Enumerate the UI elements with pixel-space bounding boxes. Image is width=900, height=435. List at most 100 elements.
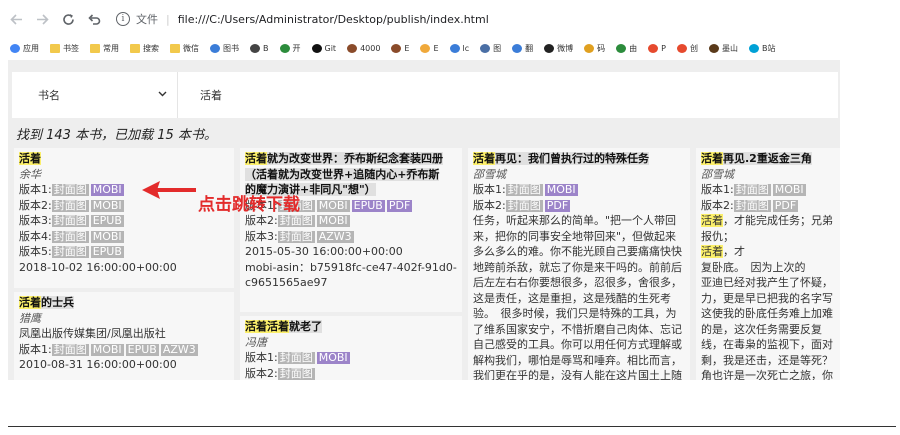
download-link[interactable]: AZW3 (316, 230, 354, 243)
image-icon (480, 43, 491, 53)
cover-link[interactable]: 封面图 (51, 230, 89, 243)
bookmark-item[interactable]: 创 (677, 43, 698, 54)
version-label: 版本2: (19, 198, 52, 212)
download-link[interactable]: PDF (544, 199, 571, 212)
bookmark-item[interactable]: 微信 (170, 43, 199, 54)
bookmark-item[interactable]: 图 (480, 43, 501, 54)
book-card: 活着 余华 版本1: 封面图 MOBI 版本2: 封面图 MOBI 版本3: 封面图 EPUB 版… (14, 148, 234, 288)
book-title[interactable]: 活着再见.2重返金三角 (701, 152, 812, 165)
bookmark-item[interactable]: 搜索 (130, 43, 159, 54)
info-icon[interactable]: i (116, 12, 130, 26)
bookmark-item[interactable]: 翻 (512, 43, 533, 54)
back-button[interactable] (6, 9, 26, 29)
url-text[interactable]: file:///C:/Users/Administrator/Desktop/p… (178, 13, 489, 26)
bookmark-item[interactable]: E (420, 43, 439, 53)
bookmark-item[interactable]: E (391, 43, 410, 53)
apps-icon (10, 43, 20, 53)
download-link[interactable]: AZW3 (160, 343, 198, 356)
title-rest: 再见.2重返金三角 (723, 152, 812, 165)
download-link[interactable]: MOBI (90, 343, 124, 356)
download-link[interactable]: EPUB (125, 343, 159, 356)
cover-link[interactable]: 封面图 (505, 184, 543, 196)
book-title[interactable]: 活着活着就老了 (245, 320, 322, 333)
download-link[interactable]: MOBI (90, 199, 124, 212)
open-icon (279, 43, 290, 53)
bookmark-item[interactable]: 码 (584, 43, 605, 54)
bookmark-item[interactable]: 开 (279, 43, 301, 54)
cover-link[interactable]: 封面图 (51, 215, 89, 227)
download-link[interactable]: MOBI (316, 199, 350, 212)
cover-link[interactable]: 封面图 (277, 215, 315, 227)
bookmark-label: E (404, 43, 410, 53)
cover-link[interactable]: 封面图 (277, 367, 315, 380)
bookmark-item[interactable]: 常用 (90, 43, 119, 54)
bookmark-label: 搜索 (143, 43, 159, 53)
book-title[interactable]: 活着 (19, 152, 41, 165)
bookmark-label: 图书 (223, 43, 239, 53)
bookmark-item[interactable]: 由 (616, 43, 637, 54)
bookmark-item[interactable]: lc (449, 43, 469, 53)
book-asin: mobi-asin：b75918fc-ce47-402f-91d0-c96515… (245, 260, 457, 290)
bookmark-item[interactable]: B站 (749, 43, 776, 54)
bookmark-item[interactable]: 4000 (347, 43, 380, 53)
cover-link[interactable]: 封面图 (51, 343, 89, 356)
download-link[interactable]: EPUB (90, 246, 124, 258)
bookmark-item[interactable]: 应用 (10, 43, 39, 54)
download-link[interactable]: MOBI (90, 230, 124, 243)
download-link[interactable]: MOBI (544, 184, 578, 196)
bookmark-item[interactable]: P (648, 43, 666, 53)
cover-link[interactable]: 封面图 (277, 352, 315, 364)
hand-icon (584, 43, 595, 53)
download-link[interactable]: EPUB (90, 215, 124, 227)
cover-link[interactable]: 封面图 (51, 184, 89, 196)
cover-link[interactable]: 封面图 (733, 199, 771, 212)
cover-link[interactable]: 封面图 (733, 184, 771, 196)
download-link[interactable]: MOBI (316, 215, 350, 227)
download-link[interactable]: EPUB (351, 199, 385, 212)
download-link[interactable]: MOBI (90, 184, 124, 196)
book-author: 邵雪城 (473, 167, 506, 181)
bookmark-item[interactable]: 书签 (50, 43, 79, 54)
page-content: 书名 活着 找到 143 本书，已加载 15 本书。 活着 余华 版本1: 封面图… (8, 60, 840, 380)
bookmark-item[interactable]: 墨山 (709, 43, 738, 54)
bookmark-item[interactable]: Git (311, 43, 337, 53)
excerpt-fragment: 复卧底。 因为上次的 (701, 260, 806, 274)
version-label: 版本3: (19, 214, 52, 227)
cover-link[interactable]: 封面图 (277, 230, 315, 243)
version-label: 版本2: (701, 198, 734, 212)
book-title[interactable]: 活着再见：我们曾执行过的特殊任务 (473, 152, 649, 165)
cover-link[interactable]: 封面图 (505, 199, 543, 212)
excerpt-fragment: 活着 (701, 214, 723, 227)
version-label: 版本3: (245, 229, 278, 243)
square-icon (709, 43, 719, 53)
undo-button[interactable] (84, 9, 104, 29)
bookmark-label: 常用 (103, 43, 119, 53)
bookmark-label: 开 (292, 43, 301, 53)
bookmark-item[interactable]: B (250, 43, 269, 53)
bookmark-label: Git (324, 43, 337, 53)
book-card: 活着就为改变世界：乔布斯纪念套装四册（活着就为改变世界+追随内心+乔布斯的魔力演… (240, 148, 462, 312)
circle-icon (347, 43, 358, 53)
reload-button[interactable] (58, 9, 78, 29)
download-link[interactable]: MOBI (316, 352, 350, 364)
book-date: 2015-05-30 16:00:00+00:00 (245, 245, 403, 258)
folder-icon (130, 43, 140, 53)
cover-link[interactable]: 封面图 (51, 199, 89, 212)
download-link[interactable]: PDF (386, 199, 413, 212)
download-link[interactable]: MOBI (772, 184, 806, 196)
book-title[interactable]: 活着的士兵 (19, 296, 74, 309)
version-label: 版本1: (473, 183, 506, 196)
search-input[interactable]: 活着 (178, 87, 222, 103)
search-field-select[interactable]: 书名 (12, 72, 178, 118)
bookmark-item[interactable]: 微博 (544, 43, 573, 54)
address-bar[interactable]: i 文件 | file:///C:/Users/Administrator/De… (116, 5, 816, 33)
tv-icon (749, 43, 759, 53)
download-link[interactable]: PDF (772, 199, 799, 212)
forward-button[interactable] (32, 9, 52, 29)
version-row: 版本3: 封面图 AZW3 (245, 229, 457, 245)
cover-link[interactable]: 封面图 (51, 246, 89, 258)
b-icon (250, 43, 260, 53)
bookmark-item[interactable]: 图书 (210, 43, 239, 54)
translate-icon (512, 43, 523, 53)
book-date: 2010-08-31 16:00:00+00:00 (19, 358, 177, 371)
